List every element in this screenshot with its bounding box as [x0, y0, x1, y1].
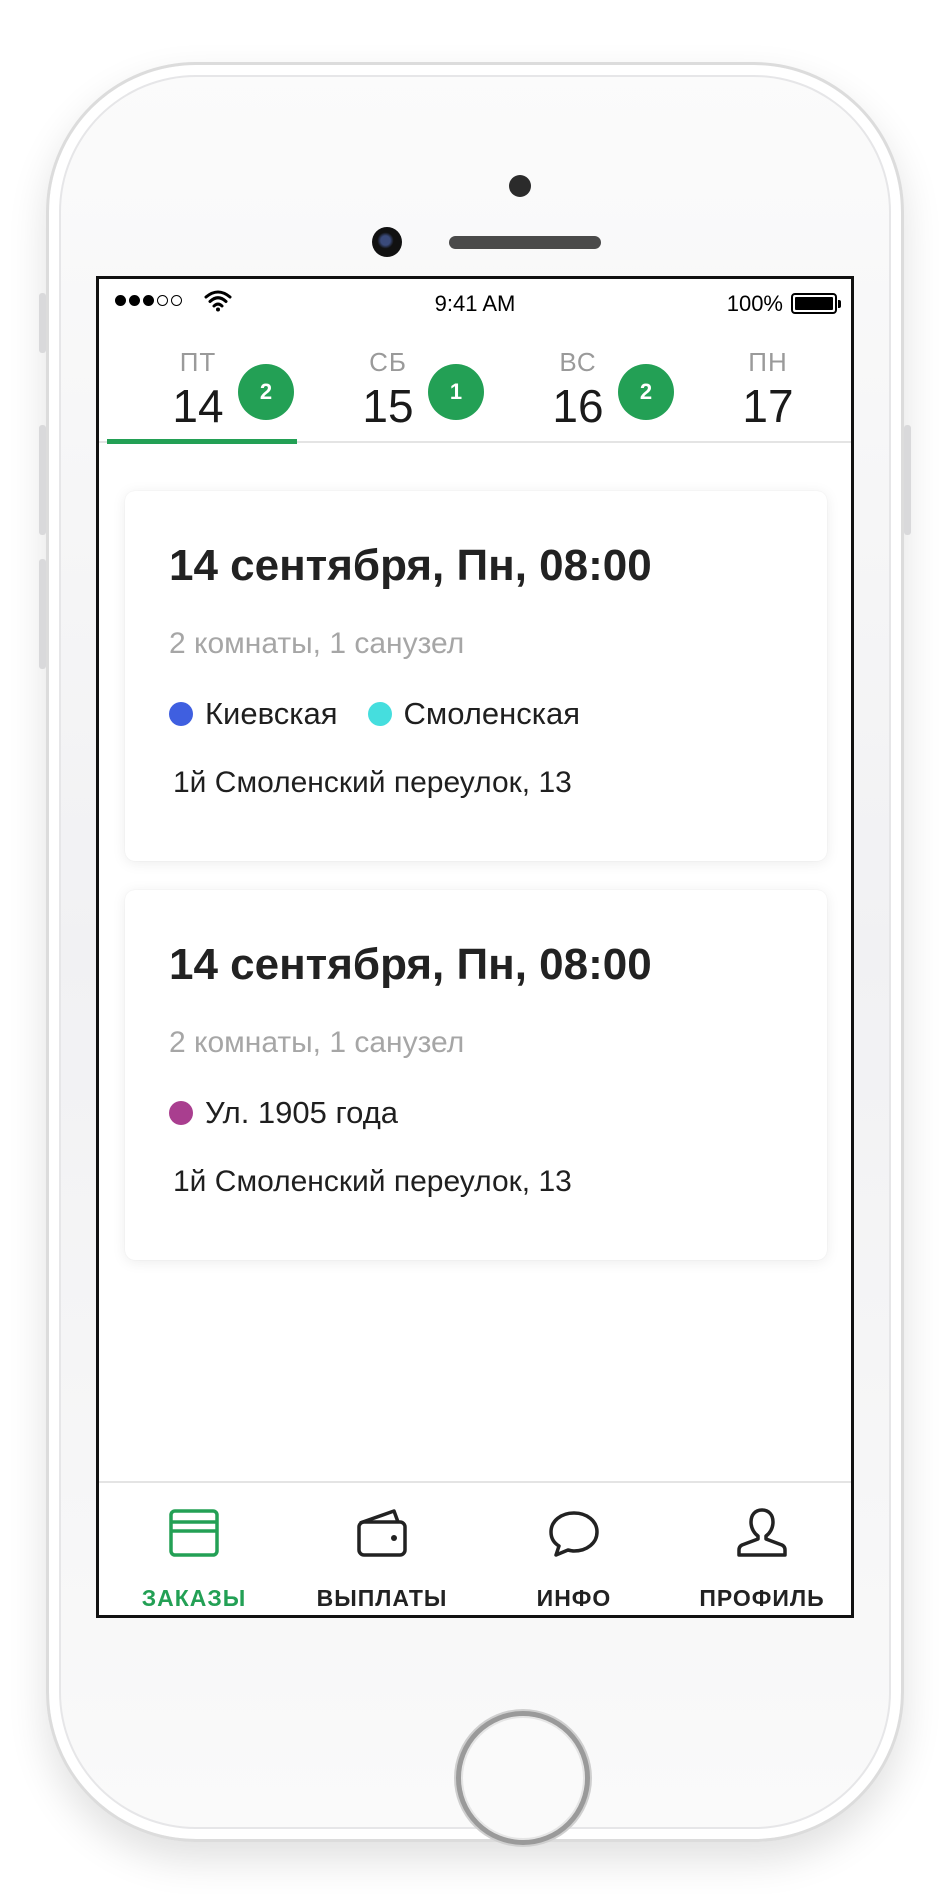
earpiece-speaker — [449, 236, 601, 249]
front-camera — [372, 227, 402, 257]
tab-profile[interactable]: ПРОФИЛЬ — [667, 1501, 851, 1611]
day-tab-sun-16[interactable]: ВС 16 2 — [483, 337, 674, 441]
metro-line-dot — [169, 702, 193, 726]
metro-station: Ул. 1905 года — [169, 1095, 398, 1131]
profile-icon — [737, 1508, 787, 1557]
power-button — [904, 425, 911, 535]
order-rooms: 2 комнаты, 1 санузел — [169, 1026, 465, 1059]
proximity-sensor — [509, 175, 531, 197]
metro-station-name: Киевская — [205, 696, 338, 731]
metro-station: Киевская — [169, 696, 338, 732]
day-of-week: ПН — [748, 347, 788, 377]
order-card[interactable]: 14 сентября, Пн, 08:00 2 комнаты, 1 сану… — [125, 890, 827, 1260]
day-tab-sat-15[interactable]: СБ 15 1 — [293, 337, 484, 441]
status-bar: 9:41 AM 100% — [99, 279, 851, 325]
metro-station: Смоленская — [367, 696, 580, 732]
tab-info[interactable]: ИНФО — [479, 1501, 669, 1611]
bottom-tab-bar: ЗАКАЗЫ ВЫПЛАТЫ ИНФО ПРОФИЛЬ — [99, 1481, 851, 1615]
day-tab-fri-14[interactable]: ПТ 14 2 — [103, 337, 297, 444]
tab-payouts[interactable]: ВЫПЛАТЫ — [287, 1501, 477, 1611]
order-count-badge: 2 — [618, 364, 674, 420]
tab-label: ИНФО — [536, 1585, 612, 1611]
metro-stations: Ул. 1905 года — [169, 1095, 398, 1131]
battery-icon — [791, 293, 841, 314]
order-datetime: 14 сентября, Пн, 08:00 — [169, 541, 652, 590]
day-tabs: ПТ 14 2 СБ 15 1 ВС 16 2 ПН 17 — [99, 337, 851, 444]
metro-station-name: Ул. 1905 года — [205, 1095, 399, 1130]
tab-label: ЗАКАЗЫ — [141, 1585, 247, 1611]
day-tab-mon-17[interactable]: ПН 17 — [673, 337, 851, 441]
chat-bubble-icon — [549, 1511, 599, 1557]
tab-orders[interactable]: ЗАКАЗЫ — [99, 1501, 289, 1611]
metro-line-dot — [169, 1101, 193, 1125]
mute-switch — [39, 293, 46, 353]
orders-card-icon — [169, 1509, 219, 1557]
volume-down-button — [39, 559, 46, 669]
volume-up-button — [39, 425, 46, 535]
app-screen: 9:41 AM 100% ПТ 14 2 СБ 15 1 ВС 16 2 ПН … — [96, 276, 854, 1618]
selected-day-indicator — [107, 439, 297, 444]
metro-station-name: Смоленская — [403, 696, 580, 731]
battery-percent: 100% — [726, 291, 783, 316]
wallet-icon — [357, 1509, 407, 1557]
metro-line-dot — [367, 702, 392, 726]
home-button[interactable] — [456, 1711, 590, 1845]
metro-stations: Киевская Смоленская — [169, 696, 580, 732]
order-address: 1й Смоленский переулок, 13 — [173, 1165, 572, 1198]
order-card[interactable]: 14 сентября, Пн, 08:00 2 комнаты, 1 сану… — [125, 491, 827, 861]
tab-label: ВЫПЛАТЫ — [316, 1585, 448, 1611]
order-datetime: 14 сентября, Пн, 08:00 — [169, 940, 652, 989]
order-count-badge: 1 — [428, 364, 484, 420]
tab-label: ПРОФИЛЬ — [699, 1585, 825, 1611]
day-number: 17 — [742, 380, 794, 432]
order-address: 1й Смоленский переулок, 13 — [173, 766, 572, 799]
order-count-badge: 2 — [238, 364, 294, 420]
order-rooms: 2 комнаты, 1 санузел — [169, 627, 465, 660]
